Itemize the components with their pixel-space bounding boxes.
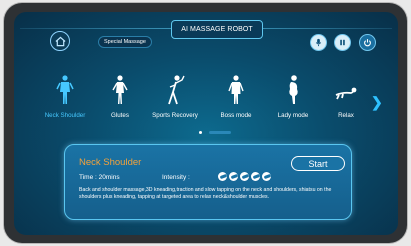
home-button[interactable]	[50, 31, 70, 51]
mode-label: Relax	[338, 112, 354, 119]
mode-relax[interactable]: Relax	[320, 74, 372, 119]
neck-shoulder-figure-icon	[56, 75, 74, 104]
mode-lady[interactable]: Lady mode	[267, 74, 319, 119]
intensity-levels[interactable]	[218, 172, 271, 181]
microphone-button[interactable]	[310, 34, 327, 51]
device-frame: Special Massage AI MASSAGE ROBOT Neck Sh…	[4, 3, 407, 243]
mode-neck-shoulder[interactable]: Neck Shoulder	[39, 74, 91, 119]
intensity-level-icon[interactable]	[251, 172, 260, 181]
detail-description: Back and shoulder massage,3D kneading,tr…	[79, 187, 332, 200]
mode-carousel: Neck Shoulder Glutes Sports Recovery Bos…	[14, 74, 398, 134]
pause-button[interactable]	[334, 34, 351, 51]
app-screen: Special Massage AI MASSAGE ROBOT Neck Sh…	[14, 12, 398, 235]
glutes-figure-icon	[112, 75, 128, 104]
mode-label: Boss mode	[220, 112, 252, 119]
intensity-level-icon[interactable]	[240, 172, 249, 181]
intensity-label: Intensity :	[162, 174, 190, 181]
chevron-right-icon[interactable]: ❯	[371, 94, 383, 111]
sports-recovery-figure-icon	[168, 75, 185, 105]
mode-glutes[interactable]: Glutes	[94, 74, 146, 119]
home-icon	[55, 36, 65, 46]
relax-figure-icon	[335, 87, 357, 100]
intensity-level-icon[interactable]	[218, 172, 227, 181]
time-text: Time : 20mins	[79, 174, 120, 181]
boss-mode-figure-icon	[228, 75, 244, 104]
mode-label: Glutes	[111, 112, 129, 119]
pause-icon	[340, 39, 345, 46]
intensity-level-icon[interactable]	[229, 172, 238, 181]
page-indicator	[199, 130, 239, 136]
detail-title: Neck Shoulder	[79, 157, 142, 168]
mode-label: Neck Shoulder	[44, 112, 86, 119]
power-icon	[364, 39, 371, 47]
intensity-level-icon[interactable]	[262, 172, 271, 181]
page-dot-active[interactable]	[199, 131, 202, 134]
lady-mode-figure-icon	[289, 75, 298, 104]
mode-label: Sports Recovery	[152, 112, 198, 119]
mode-detail-card: Neck Shoulder Time : 20mins Intensity : …	[64, 144, 352, 220]
special-massage-button[interactable]: Special Massage	[98, 36, 152, 48]
top-bar: Special Massage AI MASSAGE ROBOT	[14, 12, 398, 64]
mode-label: Lady mode	[277, 112, 309, 119]
mode-sports-recovery[interactable]: Sports Recovery	[149, 74, 201, 119]
microphone-icon	[315, 38, 322, 47]
start-button[interactable]: Start	[291, 156, 345, 171]
mode-boss[interactable]: Boss mode	[210, 74, 262, 119]
power-button[interactable]	[359, 34, 376, 51]
app-title: AI MASSAGE ROBOT	[171, 20, 263, 39]
page-dot[interactable]	[209, 131, 231, 134]
